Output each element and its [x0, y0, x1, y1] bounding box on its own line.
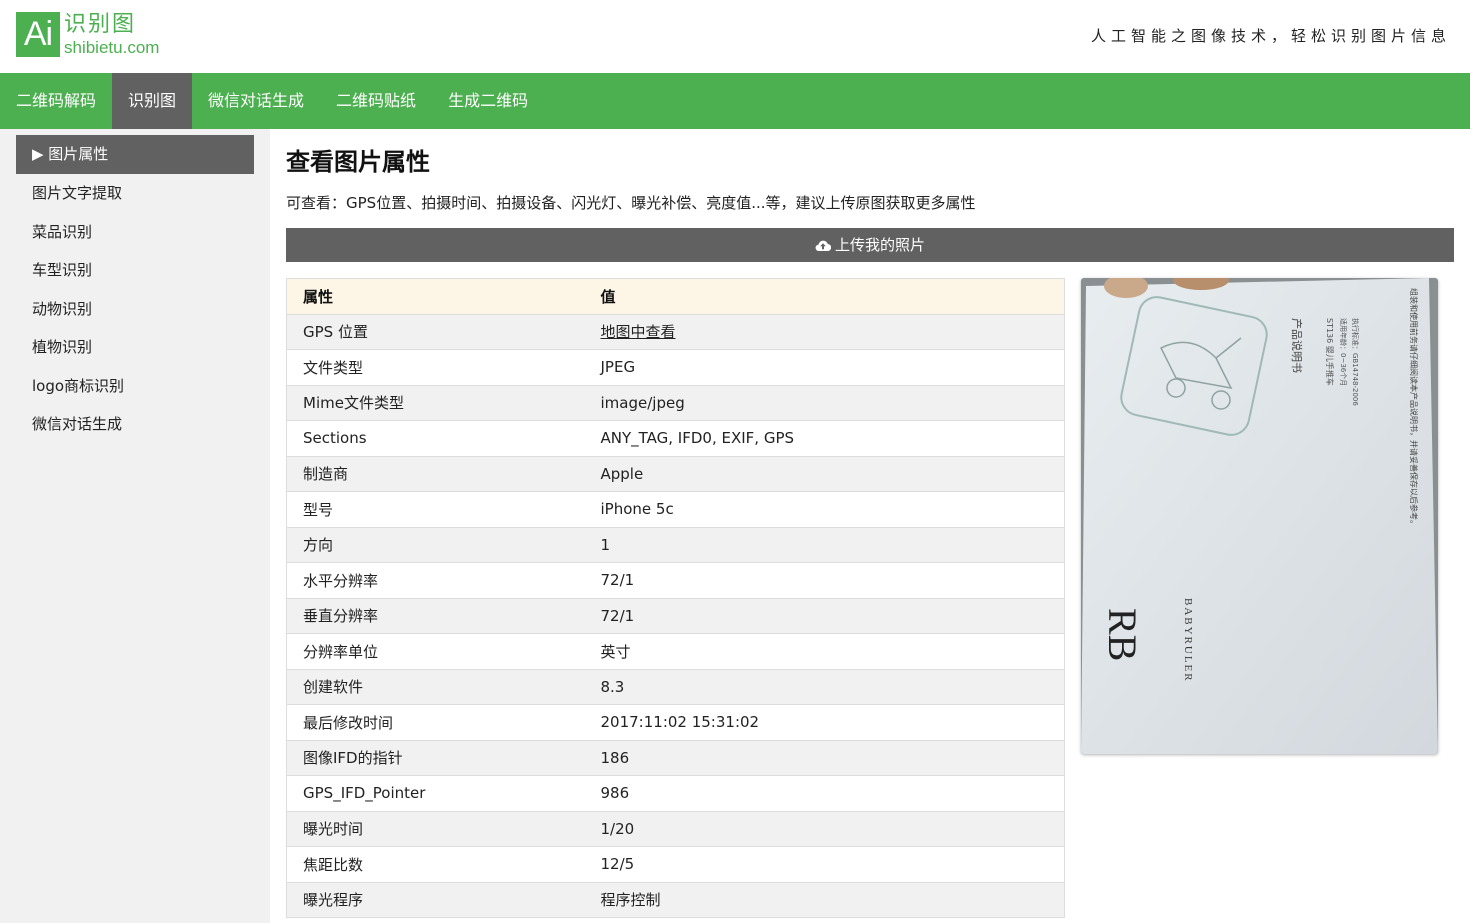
value-cell: 186 — [584, 740, 1065, 776]
value-cell: ANY_TAG, IFD0, EXIF, GPS — [584, 420, 1065, 457]
upload-photo-button[interactable]: 上传我的照片 — [286, 228, 1454, 262]
nav-item-wechat-dialog[interactable]: 微信对话生成 — [192, 73, 320, 129]
table-row: 曝光时间 1/20 — [286, 811, 1065, 847]
photo-manual-standard: 执行标准：GB14748-2006 — [1351, 318, 1360, 406]
value-cell: 8.3 — [584, 669, 1065, 705]
site-header: Ai 识别图 shibietu.com 人工智能之图像技术，轻松识别图片信息 — [0, 0, 1470, 73]
table-row: GPS_IFD_Pointer 986 — [286, 775, 1065, 812]
table-header-value: 值 — [584, 278, 1065, 315]
value-cell: Apple — [584, 456, 1065, 492]
value-cell: JPEG — [584, 349, 1065, 386]
table-row: Sections ANY_TAG, IFD0, EXIF, GPS — [286, 420, 1065, 457]
attribute-cell: 水平分辨率 — [286, 562, 585, 599]
attribute-cell: 垂直分辨率 — [286, 598, 585, 634]
photo-manual-title: 产品说明书 — [1290, 318, 1304, 373]
attribute-cell: Sections — [286, 420, 585, 457]
view-on-map-link[interactable]: 地图中查看 — [601, 323, 676, 341]
value-cell: 英寸 — [584, 633, 1065, 670]
page-title: 查看图片属性 — [286, 148, 430, 176]
attribute-cell: GPS_IFD_Pointer — [286, 775, 585, 812]
nav-item-image-recognition[interactable]: 识别图 — [112, 73, 193, 129]
table-row: 分辨率单位 英寸 — [286, 633, 1065, 670]
attribute-cell: 曝光时间 — [286, 811, 585, 847]
table-row: 创建软件 8.3 — [286, 669, 1065, 705]
page-description: 可查看：GPS位置、拍摄时间、拍摄设备、闪光灯、曝光补偿、亮度值...等，建议上… — [286, 194, 976, 212]
table-row: 垂直分辨率 72/1 — [286, 598, 1065, 634]
table-row: 最后修改时间 2017:11:02 15:31:02 — [286, 704, 1065, 741]
value-cell: 12/5 — [584, 846, 1065, 883]
uploaded-photo: BABYRULER RB 产品说明书 ST136 婴儿手推车 适用年龄：0~36… — [1081, 278, 1438, 754]
main-content: 查看图片属性 可查看：GPS位置、拍摄时间、拍摄设备、闪光灯、曝光补偿、亮度值.… — [286, 129, 1454, 918]
value-cell: image/jpeg — [584, 385, 1065, 421]
nav-item-qrcode-sticker[interactable]: 二维码贴纸 — [320, 73, 432, 129]
table-row: 文件类型 JPEG — [286, 349, 1065, 386]
exif-table: 属性 值 GPS 位置 地图中查看 文件类型 JPEG Mime文件类型 image… — [286, 278, 1065, 918]
value-cell: 1 — [584, 527, 1065, 563]
sidebar-item-dish-recognition[interactable]: 菜品识别 — [16, 213, 254, 252]
sidebar-item-animal-recognition[interactable]: 动物识别 — [16, 290, 254, 329]
sidebar-item-wechat-dialog[interactable]: 微信对话生成 — [16, 405, 254, 444]
logo-text: 识别图 shibietu.com — [64, 11, 160, 57]
table-row: 焦距比数 12/5 — [286, 846, 1065, 883]
attribute-cell: 制造商 — [286, 456, 585, 492]
attribute-cell: GPS 位置 — [286, 314, 585, 350]
photo-logo-mark: RB — [1100, 608, 1145, 661]
table-row: Mime文件类型 image/jpeg — [286, 385, 1065, 421]
logo-en-text: shibietu.com — [64, 37, 160, 57]
value-cell: 程序控制 — [584, 882, 1065, 918]
table-header-row: 属性 值 — [286, 278, 1065, 315]
table-row: 水平分辨率 72/1 — [286, 562, 1065, 599]
attribute-cell: 图像IFD的指针 — [286, 740, 585, 776]
photo-illustration: BABYRULER RB 产品说明书 ST136 婴儿手推车 适用年龄：0~36… — [1081, 278, 1438, 754]
table-row: GPS 位置 地图中查看 — [286, 314, 1065, 350]
sidebar-item-text-extraction[interactable]: 图片文字提取 — [16, 174, 254, 213]
photo-manual-age: 适用年龄：0~36个月 — [1339, 318, 1348, 386]
top-nav: 二维码解码 识别图 微信对话生成 二维码贴纸 生成二维码 — [0, 73, 1470, 129]
cloud-upload-icon — [815, 240, 832, 252]
site-slogan: 人工智能之图像技术，轻松识别图片信息 — [1090, 27, 1451, 45]
sidebar-item-car-recognition[interactable]: 车型识别 — [16, 251, 254, 290]
upload-photo-label: 上传我的照片 — [834, 236, 925, 254]
attribute-cell: Mime文件类型 — [286, 385, 585, 421]
value-cell: 72/1 — [584, 598, 1065, 634]
table-row: 图像IFD的指针 186 — [286, 740, 1065, 776]
sidebar-item-logo-recognition[interactable]: logo商标识别 — [16, 367, 254, 406]
value-cell: 986 — [584, 775, 1065, 812]
nav-item-qrcode-decode[interactable]: 二维码解码 — [0, 73, 112, 129]
photo-manual-model: ST136 婴儿手推车 — [1325, 318, 1335, 386]
value-cell: 1/20 — [584, 811, 1065, 847]
result-area: 属性 值 GPS 位置 地图中查看 文件类型 JPEG Mime文件类型 image… — [286, 278, 1454, 918]
table-row: 型号 iPhone 5c — [286, 491, 1065, 528]
attribute-cell: 曝光程序 — [286, 882, 585, 918]
nav-item-generate-qrcode[interactable]: 生成二维码 — [432, 73, 544, 129]
photo-brand-text: BABYRULER — [1182, 598, 1194, 683]
attribute-cell: 创建软件 — [286, 669, 585, 705]
attribute-cell: 焦距比数 — [286, 846, 585, 883]
attribute-cell: 最后修改时间 — [286, 704, 585, 741]
table-row: 方向 1 — [286, 527, 1065, 563]
logo-mark: Ai — [16, 12, 60, 57]
sidebar-item-image-properties[interactable]: ▶ 图片属性 — [16, 135, 254, 174]
value-cell: iPhone 5c — [584, 491, 1065, 528]
logo-cn-text: 识别图 — [64, 11, 137, 37]
sidebar-item-plant-recognition[interactable]: 植物识别 — [16, 328, 254, 367]
value-cell: 2017:11:02 15:31:02 — [584, 704, 1065, 741]
table-row: 曝光程序 程序控制 — [286, 882, 1065, 918]
site-logo[interactable]: Ai 识别图 shibietu.com — [16, 12, 159, 57]
attribute-cell: 文件类型 — [286, 349, 585, 386]
value-cell: 72/1 — [584, 562, 1065, 599]
sidebar: ▶ 图片属性 图片文字提取 菜品识别 车型识别 动物识别 植物识别 logo商标… — [0, 129, 270, 923]
table-row: 制造商 Apple — [286, 456, 1065, 492]
table-header-attribute: 属性 — [286, 278, 585, 315]
attribute-cell: 分辨率单位 — [286, 633, 585, 670]
value-cell: 地图中查看 — [584, 314, 1065, 350]
photo-manual-note: 组装和使用前务请仔细阅读本产品说明书，并请妥善保存以后参考。 — [1409, 288, 1419, 528]
attribute-cell: 方向 — [286, 527, 585, 563]
attribute-cell: 型号 — [286, 491, 585, 528]
